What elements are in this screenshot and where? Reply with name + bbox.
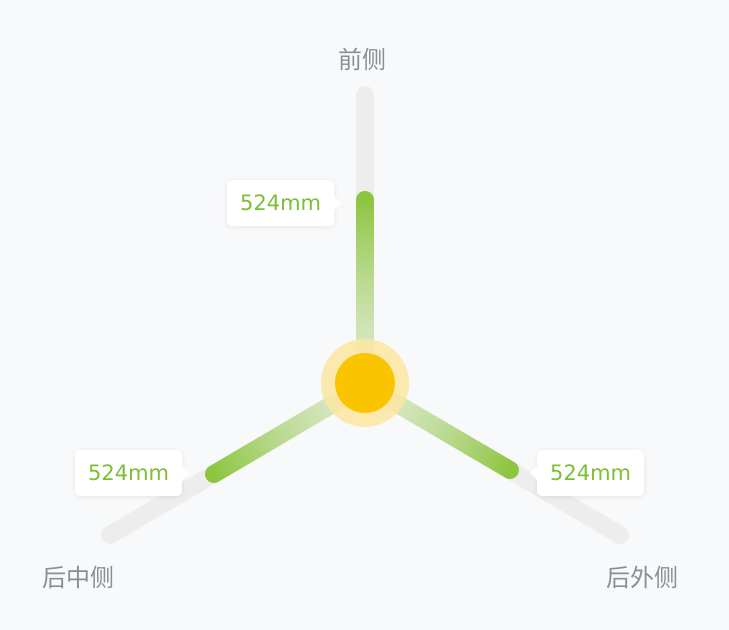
rear-outer-value: 524mm (550, 461, 631, 485)
center-hub (335, 353, 395, 413)
front-value-tag: 524mm (227, 180, 341, 226)
front-value: 524mm (240, 191, 321, 215)
rear-middle-axis-label: 后中侧 (42, 564, 114, 592)
rear-middle-value: 524mm (88, 461, 169, 485)
rear-outer-value-tag: 524mm (530, 450, 644, 496)
tag-pointer (182, 466, 189, 480)
tag-pointer (530, 466, 537, 480)
rear-middle-value-tag: 524mm (75, 450, 189, 496)
rear-outer-axis-label: 后外侧 (606, 564, 678, 592)
front-axis-label: 前侧 (338, 46, 386, 74)
tag-pointer (334, 196, 341, 210)
tri-axis-gauge: 前侧 后中侧 后外侧 524mm 524mm 524mm (0, 0, 729, 626)
gauge-graphic (101, 86, 629, 544)
